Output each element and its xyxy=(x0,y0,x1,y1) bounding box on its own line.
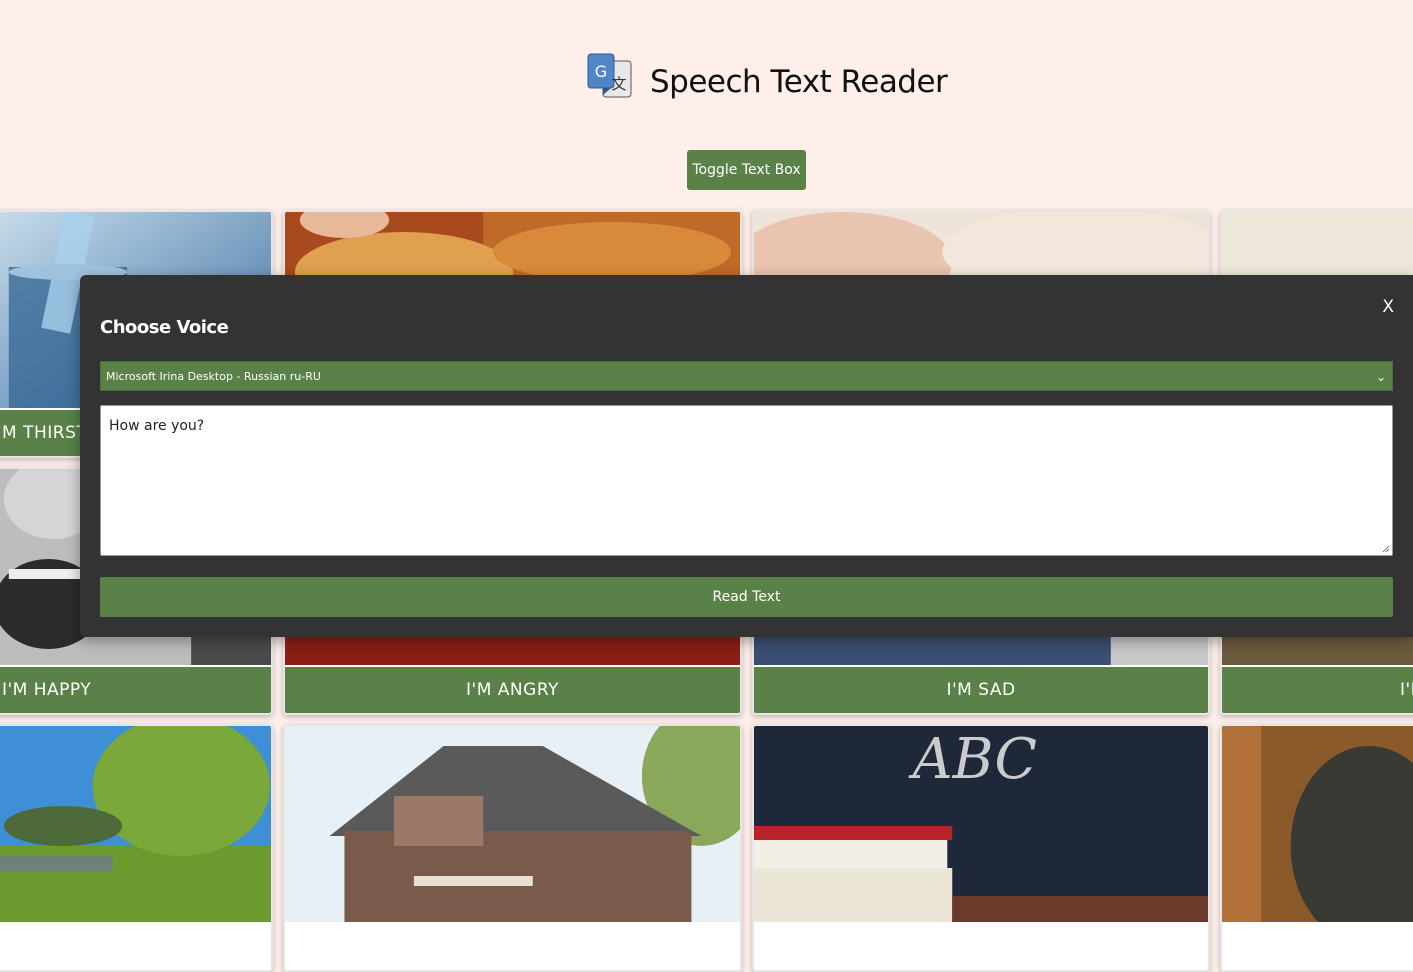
svg-text:ABC: ABC xyxy=(908,727,1037,792)
card-label: I'M SAD xyxy=(754,667,1208,713)
close-button[interactable]: X xyxy=(1382,297,1394,317)
chevron-down-icon: ⌄ xyxy=(1375,370,1386,384)
park-lake-photo xyxy=(0,726,271,922)
phrase-card[interactable]: ABC xyxy=(752,724,1210,972)
phrase-card[interactable] xyxy=(283,724,742,972)
read-text-button[interactable]: Read Text xyxy=(100,577,1393,617)
text-input-value: How are you? xyxy=(109,418,205,434)
card-label: I'M HAPPY xyxy=(0,667,271,713)
grandmother-photo xyxy=(1222,726,1413,922)
phrase-card[interactable] xyxy=(1220,724,1413,972)
resize-handle-icon[interactable] xyxy=(1382,545,1390,553)
card-label: I'M ANGRY xyxy=(285,667,740,713)
phrase-card[interactable] xyxy=(0,724,273,972)
school-books-photo: ABC xyxy=(754,726,1208,922)
house-photo xyxy=(285,726,740,922)
voice-select-value: Microsoft Irina Desktop - Russian ru-RU xyxy=(106,370,321,383)
voice-modal: X Choose Voice Microsoft Irina Desktop -… xyxy=(80,275,1413,637)
voice-select[interactable]: Microsoft Irina Desktop - Russian ru-RU … xyxy=(100,361,1393,391)
text-input[interactable]: How are you? xyxy=(100,405,1393,556)
card-label: I'M xyxy=(1222,667,1413,713)
modal-title: Choose Voice xyxy=(100,317,229,338)
